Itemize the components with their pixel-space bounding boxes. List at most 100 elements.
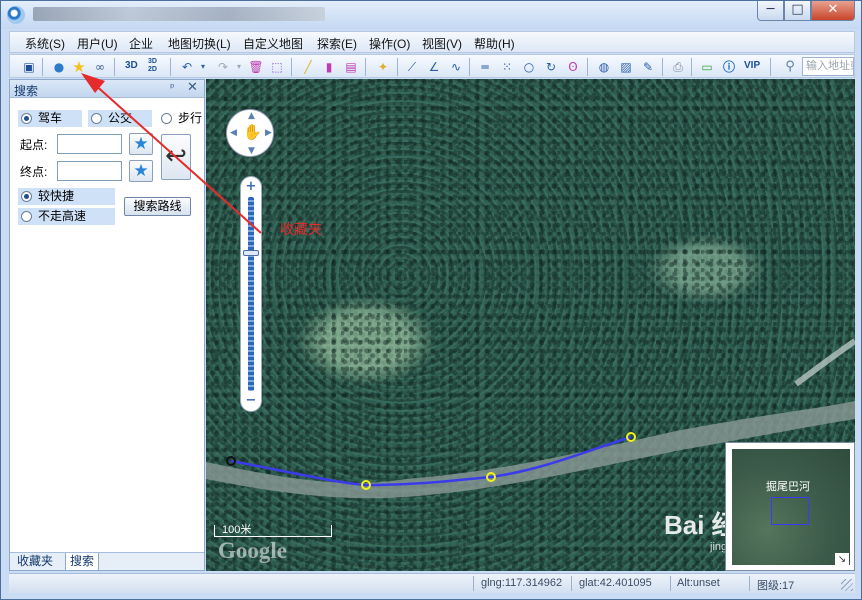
magic-star-icon[interactable]: ✦ <box>374 58 392 76</box>
swap-endpoints-button[interactable]: ↩ <box>161 134 191 180</box>
app-logo-icon <box>7 6 25 24</box>
menu-operation[interactable]: 操作(O) <box>369 35 410 52</box>
ruler-icon[interactable]: ╱ <box>299 58 317 76</box>
picture-icon[interactable]: ▨ <box>617 58 635 76</box>
menu-system[interactable]: 系统(S) <box>25 35 65 52</box>
search-route-button[interactable]: 搜索路线 <box>124 197 191 216</box>
close-panel-icon[interactable]: ✕ <box>187 80 198 95</box>
mode-walk-radio[interactable]: 步行 <box>158 110 204 127</box>
tab-favorites[interactable]: 收藏夹 <box>13 553 57 571</box>
map-view[interactable]: ▲ ▼ ◀ ▶ ✋ + − 100米 Google Bai 经验 jingyan… <box>206 79 855 571</box>
tab-search[interactable]: 搜索 <box>65 553 100 571</box>
overview-collapse-icon[interactable]: ↘ <box>835 553 849 567</box>
toolbar-separator <box>691 58 692 76</box>
vip-button[interactable]: VIP <box>744 60 760 71</box>
status-separator <box>571 576 572 591</box>
toolbar-separator <box>291 58 292 76</box>
title-bar[interactable]: ─ □ ✕ <box>1 1 861 29</box>
minimize-button[interactable]: ─ <box>757 1 784 21</box>
user-icon[interactable]: ● <box>50 58 68 76</box>
zoom-in-icon[interactable]: + <box>245 180 257 194</box>
status-zoom-level: 图级:17 <box>757 580 795 592</box>
globe-icon[interactable]: ◍ <box>595 58 613 76</box>
google-logo: Google <box>218 538 287 563</box>
app-window: ─ □ ✕ 系统(S) 用户(U) 企业 地图切换(L) 自定义地图 探索(E)… <box>0 0 862 600</box>
toolbar-separator <box>770 58 771 76</box>
3d-2d-toggle-button[interactable]: 3D 2D <box>148 58 162 74</box>
chat-icon[interactable]: ▭ <box>698 58 716 76</box>
route-no-highway-label: 不走高速 <box>38 209 87 223</box>
3d-button[interactable]: 3D <box>125 60 138 71</box>
circle-icon[interactable]: ○ <box>520 58 538 76</box>
pan-down-icon[interactable]: ▼ <box>248 146 255 156</box>
delete-icon[interactable]: 🗑 <box>247 58 265 76</box>
route-no-highway-radio[interactable]: 不走高速 <box>18 208 115 225</box>
menu-explore[interactable]: 探索(E) <box>317 35 357 52</box>
parallel-lines-icon[interactable]: ═ <box>476 58 494 76</box>
start-favorite-star-button[interactable]: ★ <box>129 133 153 155</box>
favorites-star-icon[interactable]: ★ <box>70 58 88 76</box>
end-favorite-star-button[interactable]: ★ <box>129 160 153 182</box>
menu-enterprise[interactable]: 企业 <box>129 35 153 52</box>
route-fast-radio[interactable]: 较快捷 <box>18 188 115 205</box>
zoom-track[interactable] <box>248 197 254 391</box>
mode-drive-label: 驾车 <box>38 111 63 125</box>
select-rect-icon[interactable]: ⬚ <box>268 58 286 76</box>
printer-icon[interactable]: ⎙ <box>669 58 687 76</box>
overview-map[interactable]: 掘尾巴河 ↘ <box>725 442 855 571</box>
address-search-input[interactable]: 输入地址或 <box>802 57 854 76</box>
curve-icon[interactable]: ∿ <box>447 58 465 76</box>
pan-control[interactable]: ▲ ▼ ◀ ▶ ✋ <box>226 109 274 157</box>
radio-icon <box>91 113 102 124</box>
start-input[interactable] <box>57 134 122 154</box>
pencil-icon[interactable]: ✎ <box>639 58 657 76</box>
start-label: 起点: <box>20 138 48 152</box>
save-icon[interactable]: ▣ <box>20 58 38 76</box>
redo-dropdown-icon[interactable]: ▾ <box>230 58 248 76</box>
zoom-out-icon[interactable]: − <box>245 394 257 408</box>
menu-bar: 系统(S) 用户(U) 企业 地图切换(L) 自定义地图 探索(E) 操作(O)… <box>9 31 855 53</box>
rotate-icon[interactable]: ↻ <box>542 58 560 76</box>
pin-icon[interactable]: ᵖ <box>170 81 175 94</box>
toolbar-separator <box>469 58 470 76</box>
overview-imagery: 掘尾巴河 <box>732 449 850 565</box>
scale-bar <box>214 525 332 537</box>
image-frame-icon[interactable]: ▤ <box>342 58 360 76</box>
zoom-thumb[interactable] <box>243 250 259 256</box>
lasso-icon[interactable]: ʘ <box>564 58 582 76</box>
polyline-icon[interactable]: ⟋ <box>403 58 421 76</box>
binoculars-icon[interactable]: ∞ <box>91 58 109 76</box>
toolbar-separator <box>170 58 171 76</box>
mode-drive-radio[interactable]: 驾车 <box>18 110 82 127</box>
overview-place-label: 掘尾巴河 <box>766 481 810 493</box>
mode-walk-label: 步行 <box>178 111 203 125</box>
search-icon[interactable]: ⚲ <box>781 58 799 76</box>
resize-grip[interactable] <box>841 579 853 591</box>
menu-help[interactable]: 帮助(H) <box>474 35 515 52</box>
zoom-slider[interactable]: + − <box>240 176 262 412</box>
maximize-button[interactable]: □ <box>784 1 811 21</box>
menu-map-switch[interactable]: 地图切换(L) <box>168 35 231 52</box>
menu-custom-map[interactable]: 自定义地图 <box>243 35 303 52</box>
undo-dropdown-icon[interactable]: ▾ <box>194 58 212 76</box>
side-road <box>794 338 855 387</box>
menu-view[interactable]: 视图(V) <box>422 35 462 52</box>
vertical-ruler-icon[interactable]: ▮ <box>320 58 338 76</box>
overview-viewport-box[interactable] <box>771 497 809 525</box>
end-input[interactable] <box>57 161 122 181</box>
hand-icon: ✋ <box>243 123 262 141</box>
search-panel: 搜索 ᵖ ✕ 驾车 公交 步行 起点: ★ 终点: ★ ↩ 较快捷 不走高速 搜… <box>9 79 205 571</box>
dots-icon[interactable]: ⁙ <box>498 58 516 76</box>
status-bar: glng:117.314962 glat:42.401095 Alt:unset… <box>9 573 855 593</box>
mode-bus-radio[interactable]: 公交 <box>88 110 152 127</box>
info-icon[interactable]: ⓘ <box>720 58 738 76</box>
angle-icon[interactable]: ∠ <box>425 58 443 76</box>
panel-header: 搜索 ᵖ ✕ <box>10 80 204 98</box>
pan-left-icon[interactable]: ◀ <box>230 128 237 138</box>
close-window-button[interactable]: ✕ <box>811 1 855 21</box>
status-latitude: glat:42.401095 <box>579 577 652 589</box>
menu-user[interactable]: 用户(U) <box>77 35 118 52</box>
pan-right-icon[interactable]: ▶ <box>265 128 272 138</box>
pan-up-icon[interactable]: ▲ <box>248 111 255 121</box>
route-fast-label: 较快捷 <box>38 189 75 203</box>
